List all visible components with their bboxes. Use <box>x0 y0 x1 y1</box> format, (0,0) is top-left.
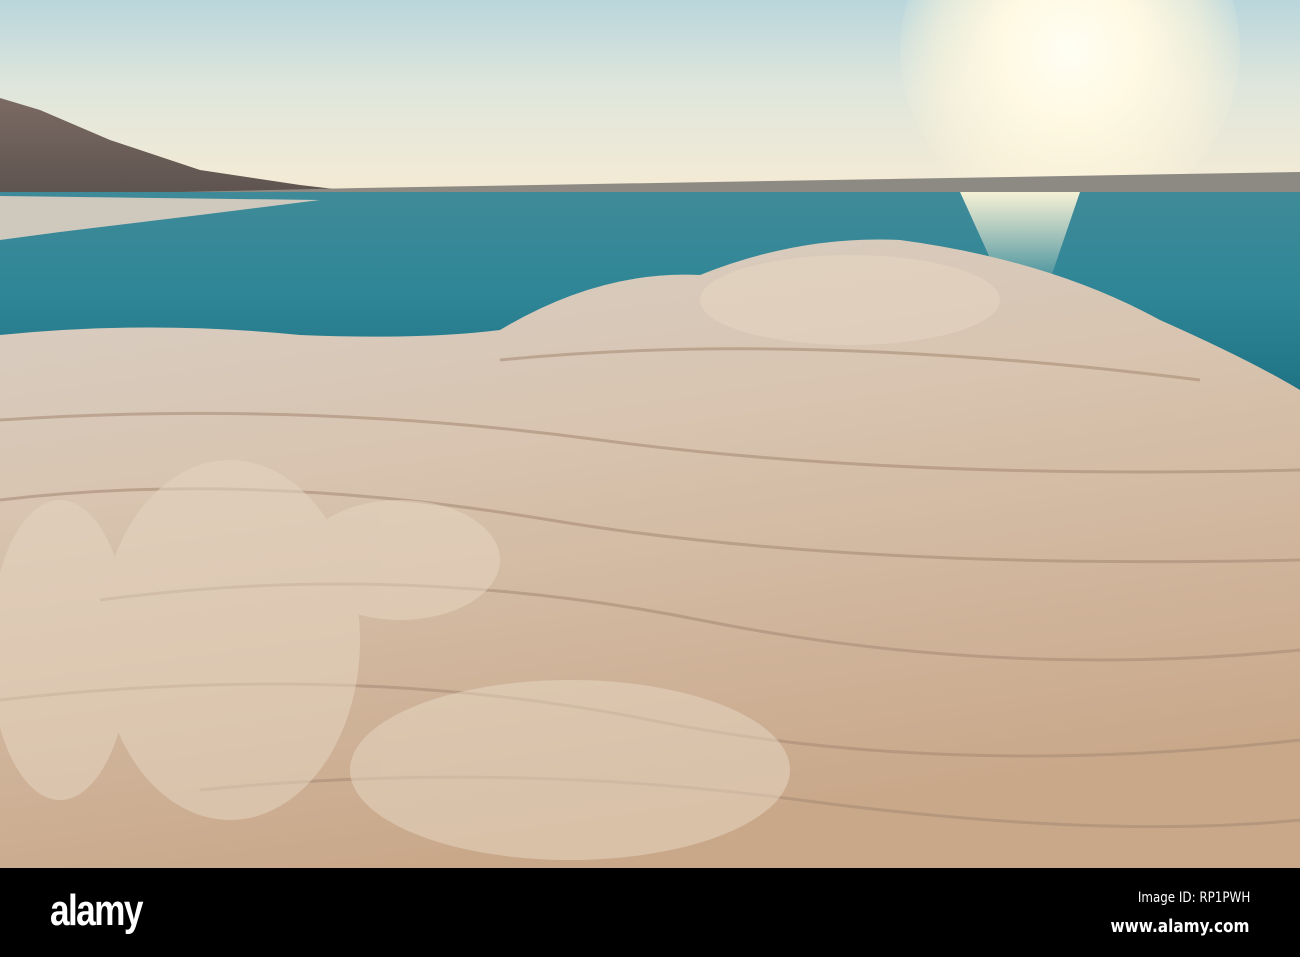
watermark-bar: alamy Image ID: RP1PWH www.alamy.com <box>0 868 1300 957</box>
alamy-logo: alamy <box>50 886 143 935</box>
landscape-scene <box>0 98 1300 868</box>
mountain-ridge <box>0 98 360 195</box>
dead-sea-salt-photo <box>0 0 1300 868</box>
image-id-label: Image ID: RP1PWH <box>1137 890 1250 906</box>
watermark-url: www.alamy.com <box>1111 916 1250 937</box>
